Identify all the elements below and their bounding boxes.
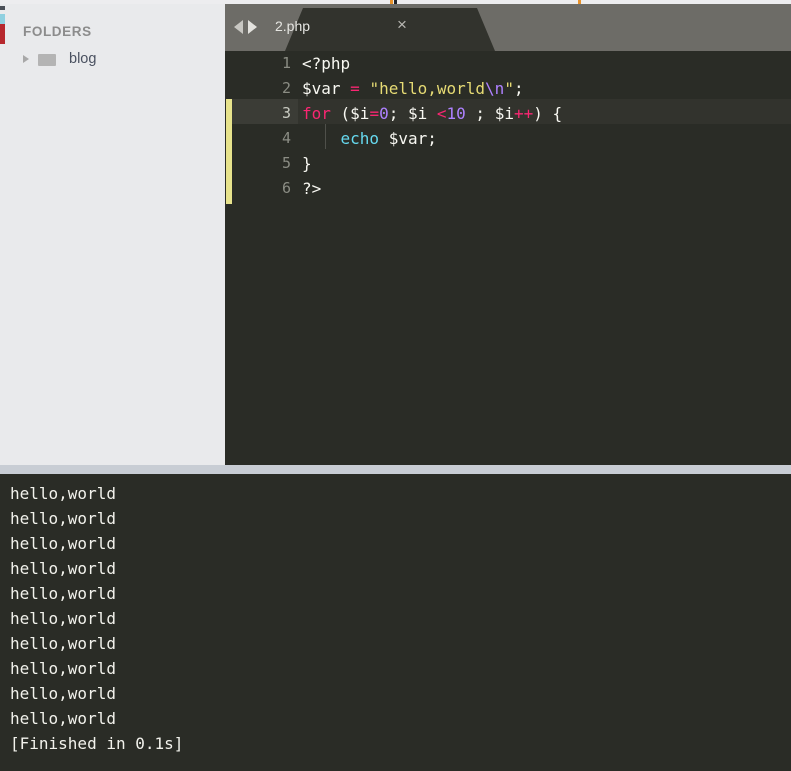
output-line: hello,world	[10, 484, 116, 503]
output-line: hello,world	[10, 534, 116, 553]
output-panel[interactable]: hello,world hello,world hello,world hello,w…	[0, 474, 791, 771]
panel-divider[interactable]	[0, 465, 791, 474]
arrow-left-icon[interactable]	[234, 20, 243, 34]
code-line[interactable]: 5}	[225, 151, 791, 176]
output-line: hello,world	[10, 659, 116, 678]
code-token: echo	[340, 129, 380, 148]
line-number: 4	[281, 129, 291, 147]
code-token: ($i	[330, 104, 370, 123]
code-token: 10	[446, 104, 466, 123]
code-line[interactable]: 1 <?php	[225, 51, 791, 76]
code-token: ;	[513, 79, 524, 98]
nav-arrows[interactable]	[234, 20, 257, 34]
output-line: hello,world	[10, 609, 116, 628]
line-number: 6	[281, 179, 291, 197]
tab-2php[interactable]	[285, 8, 495, 51]
code-token: 0	[379, 104, 389, 123]
code-token: for	[302, 104, 331, 123]
code-token: <?php	[302, 54, 351, 73]
sidebar: FOLDERS blog	[5, 4, 225, 465]
line-number: 3	[281, 104, 291, 122]
code-line[interactable]: 4 echo $var;	[225, 126, 791, 151]
code-token: ?>	[302, 179, 322, 198]
output-line: hello,world	[10, 684, 116, 703]
editor-window: FOLDERS blog 2.php × 1 <?php 2 $var = "h…	[0, 0, 791, 771]
code-token: ) {	[533, 104, 563, 123]
sidebar-heading-folders: FOLDERS	[23, 24, 92, 39]
output-line: hello,world	[10, 709, 116, 728]
output-line: hello,world	[10, 509, 116, 528]
code-token: <	[436, 104, 447, 123]
close-icon[interactable]: ×	[393, 16, 411, 34]
code-text[interactable]: <?php	[302, 51, 350, 76]
code-line[interactable]: 2 $var = "hello,world\n";	[225, 76, 791, 101]
sidebar-item-blog[interactable]: blog	[23, 48, 96, 70]
tab-label: 2.php	[275, 18, 311, 34]
sidebar-item-label: blog	[69, 51, 97, 67]
code-token: ; $i	[465, 104, 514, 123]
folder-icon	[38, 52, 56, 66]
line-number: 2	[281, 79, 291, 97]
code-token: =	[369, 104, 380, 123]
code-token: \n	[485, 79, 505, 98]
output-line: hello,world	[10, 634, 116, 653]
code-text[interactable]: for ($i=0; $i <10 ; $i++) {	[302, 101, 562, 126]
code-token: $var	[302, 79, 341, 98]
code-line[interactable]: 6 ?>	[225, 176, 791, 201]
editor-pane: 2.php × 1 <?php 2 $var = "hello,world\n"; 3 f…	[225, 4, 791, 465]
code-token: $var;	[379, 129, 437, 148]
code-text[interactable]: }	[302, 151, 312, 176]
code-token: ; $i	[388, 104, 437, 123]
tab-bar: 2.php ×	[225, 4, 791, 51]
code-token: "hello,world	[369, 79, 486, 98]
code-text[interactable]: $var = "hello,world\n";	[302, 76, 524, 101]
code-token: =	[350, 79, 360, 98]
output-line: hello,world	[10, 559, 116, 578]
collapsed-triangle-icon[interactable]	[23, 55, 29, 63]
code-text[interactable]: ?>	[302, 176, 321, 201]
output-line: hello,world	[10, 584, 116, 603]
line-number: 5	[281, 154, 291, 172]
code-token: "	[504, 79, 514, 98]
code-text[interactable]: echo $var;	[302, 126, 437, 151]
code-line[interactable]: 3 for ($i=0; $i <10 ; $i++) {	[225, 101, 791, 126]
arrow-right-icon[interactable]	[248, 20, 257, 34]
code-token: ++	[513, 104, 534, 123]
code-area[interactable]: 1 <?php 2 $var = "hello,world\n"; 3 for ($i=0…	[225, 51, 791, 465]
code-token: }	[302, 154, 312, 173]
line-number: 1	[281, 54, 291, 72]
code-lines[interactable]: 1 <?php 2 $var = "hello,world\n"; 3 for ($i=0…	[225, 51, 791, 201]
output-line: [Finished in 0.1s]	[10, 734, 184, 753]
